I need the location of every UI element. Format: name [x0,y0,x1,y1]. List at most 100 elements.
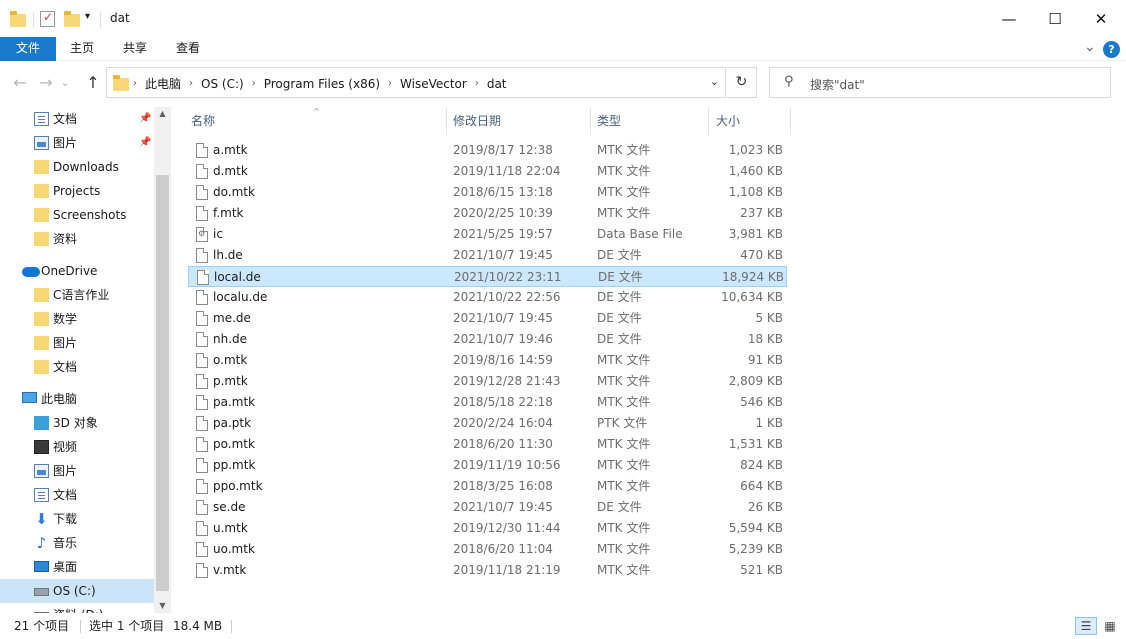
file-row[interactable]: nh.de 2021/10/7 19:46 DE 文件 18 KB [188,329,787,350]
file-icon [196,311,208,326]
file-icon [196,395,208,410]
sidebar-item[interactable]: 此电脑 [0,387,154,411]
navigation-pane[interactable]: 文档 📌 图片 📌 Downloads Projects Screenshots 资料 OneD… [0,107,171,613]
breadcrumb-program-files[interactable]: Program Files (x86) [258,77,386,91]
tab-share[interactable]: 共享 [115,37,155,61]
file-row[interactable]: do.mtk 2018/6/15 13:18 MTK 文件 1,108 KB [188,182,787,203]
sidebar-item-label: 资料 [53,232,78,246]
column-header-date[interactable]: 修改日期 [444,107,591,135]
customize-quick-access-button[interactable]: ▾ [85,11,90,29]
sidebar-item-label: Screenshots [53,208,127,222]
scroll-thumb[interactable] [156,175,169,591]
sidebar-item[interactable]: OS (C:) [0,579,154,603]
sidebar-item-label: 3D 对象 [53,416,98,430]
ribbon-collapse-button[interactable]: ⌄ [1084,39,1096,55]
forward-button[interactable]: → [36,73,56,93]
file-row[interactable]: pp.mtk 2019/11/19 10:56 MTK 文件 824 KB [188,455,787,476]
sidebar-item[interactable]: 视频 [0,435,154,459]
folder-icon [34,288,49,302]
file-row[interactable]: ppo.mtk 2018/3/25 16:08 MTK 文件 664 KB [188,476,787,497]
up-button[interactable]: ↑ [83,73,103,93]
sidebar-item[interactable]: 图片 [0,331,154,355]
tab-file[interactable]: 文件 [0,37,56,61]
file-row[interactable]: d.mtk 2019/11/18 22:04 MTK 文件 1,460 KB [188,161,787,182]
address-bar[interactable]: › 此电脑 › OS (C:) › Program Files (x86) › … [106,67,726,98]
sidebar-item[interactable]: Screenshots [0,203,154,227]
file-row[interactable]: ic 2021/5/25 19:57 Data Base File 3,981 KB [188,224,787,245]
sidebar-item[interactable]: 文档 [0,483,154,507]
breadcrumb-separator[interactable]: › [187,78,195,89]
sidebar-item-label: 图片 [53,336,78,350]
file-row[interactable]: pa.mtk 2018/5/18 22:18 MTK 文件 546 KB [188,392,787,413]
music-icon: ♪ [36,534,47,552]
sidebar-item[interactable]: C语言作业 [0,283,154,307]
file-row[interactable]: me.de 2021/10/7 19:45 DE 文件 5 KB [188,308,787,329]
close-button[interactable]: ✕ [1078,0,1124,37]
sidebar-item[interactable]: 资料 [0,227,154,251]
folder-icon [34,336,49,350]
navigation-scrollbar[interactable]: ▲ ▼ [154,107,171,613]
tab-view[interactable]: 查看 [168,37,208,61]
breadcrumb-dat[interactable]: dat [481,77,513,91]
column-header-type[interactable]: 类型 [588,107,709,135]
sidebar-item[interactable]: Projects [0,179,154,203]
sidebar-item[interactable]: ♪ 音乐 [0,531,154,555]
back-button[interactable]: ← [10,73,30,93]
breadcrumb-os-c[interactable]: OS (C:) [195,77,250,91]
column-header-name[interactable]: 名称 [182,107,447,135]
file-row[interactable]: lh.de 2021/10/7 19:45 DE 文件 470 KB [188,245,787,266]
recent-locations-button[interactable]: ⌄ [58,73,72,93]
details-view-button[interactable]: ☰ [1075,617,1097,635]
sidebar-item[interactable]: 图片 📌 [0,131,154,155]
maximize-button[interactable]: ☐ [1032,0,1078,37]
sidebar-item[interactable]: 数学 [0,307,154,331]
large-icons-view-button[interactable]: ▦ [1099,617,1121,635]
title-separator [100,12,101,28]
sidebar-item[interactable]: 文档 📌 [0,107,154,131]
tab-home[interactable]: 主页 [62,37,102,61]
new-folder-icon[interactable] [64,11,80,27]
file-row[interactable]: uo.mtk 2018/6/20 11:04 MTK 文件 5,239 KB [188,539,787,560]
column-header-size[interactable]: 大小 [707,107,791,135]
file-row[interactable]: f.mtk 2020/2/25 10:39 MTK 文件 237 KB [188,203,787,224]
title-bar: ✓ ▾ dat — ☐ ✕ [0,0,1126,37]
file-type: DE 文件 [597,311,642,325]
file-row[interactable]: p.mtk 2019/12/28 21:43 MTK 文件 2,809 KB [188,371,787,392]
file-row[interactable]: localu.de 2021/10/22 22:56 DE 文件 10,634 KB [188,287,787,308]
search-input[interactable]: ⚲ 搜索"dat" [769,67,1111,98]
sidebar-item[interactable]: 资料 (D:) [0,603,154,613]
breadcrumb-separator[interactable]: › [131,78,139,89]
scroll-up-arrow[interactable]: ▲ [154,109,171,118]
file-size: 91 KB [747,353,783,367]
sidebar-item-label: 数学 [53,312,78,326]
file-row[interactable]: u.mtk 2019/12/30 11:44 MTK 文件 5,594 KB [188,518,787,539]
refresh-button[interactable]: ↻ [727,67,757,98]
sidebar-item[interactable]: 3D 对象 [0,411,154,435]
properties-icon[interactable]: ✓ [40,10,55,27]
file-row[interactable]: a.mtk 2019/8/17 12:38 MTK 文件 1,023 KB [188,140,787,161]
file-row[interactable]: se.de 2021/10/7 19:45 DE 文件 26 KB [188,497,787,518]
file-row[interactable]: po.mtk 2018/6/20 11:30 MTK 文件 1,531 KB [188,434,787,455]
sidebar-item[interactable]: 文档 [0,355,154,379]
file-row[interactable]: v.mtk 2019/11/18 21:19 MTK 文件 521 KB [188,560,787,581]
sidebar-item[interactable]: OneDrive [0,259,154,283]
file-type: MTK 文件 [597,479,651,493]
breadcrumb-separator[interactable]: › [250,78,258,89]
breadcrumb-separator[interactable]: › [386,78,394,89]
help-button[interactable]: ? [1103,41,1120,58]
breadcrumb-wisevector[interactable]: WiseVector [394,77,473,91]
file-icon [196,143,208,158]
file-type: DE 文件 [597,500,642,514]
minimize-button[interactable]: — [986,0,1032,37]
sidebar-item[interactable]: 桌面 [0,555,154,579]
file-row[interactable]: o.mtk 2019/8/16 14:59 MTK 文件 91 KB [188,350,787,371]
sidebar-item[interactable]: ⬇ 下载 [0,507,154,531]
file-row[interactable]: local.de 2021/10/22 23:11 DE 文件 18,924 KB [188,266,787,287]
breadcrumb-this-pc[interactable]: 此电脑 [139,75,187,92]
sidebar-item[interactable]: 图片 [0,459,154,483]
scroll-down-arrow[interactable]: ▼ [154,601,171,610]
file-row[interactable]: pa.ptk 2020/2/24 16:04 PTK 文件 1 KB [188,413,787,434]
address-dropdown-button[interactable]: ⌄ [710,75,719,88]
sidebar-item[interactable]: Downloads [0,155,154,179]
breadcrumb-separator[interactable]: › [473,78,481,89]
